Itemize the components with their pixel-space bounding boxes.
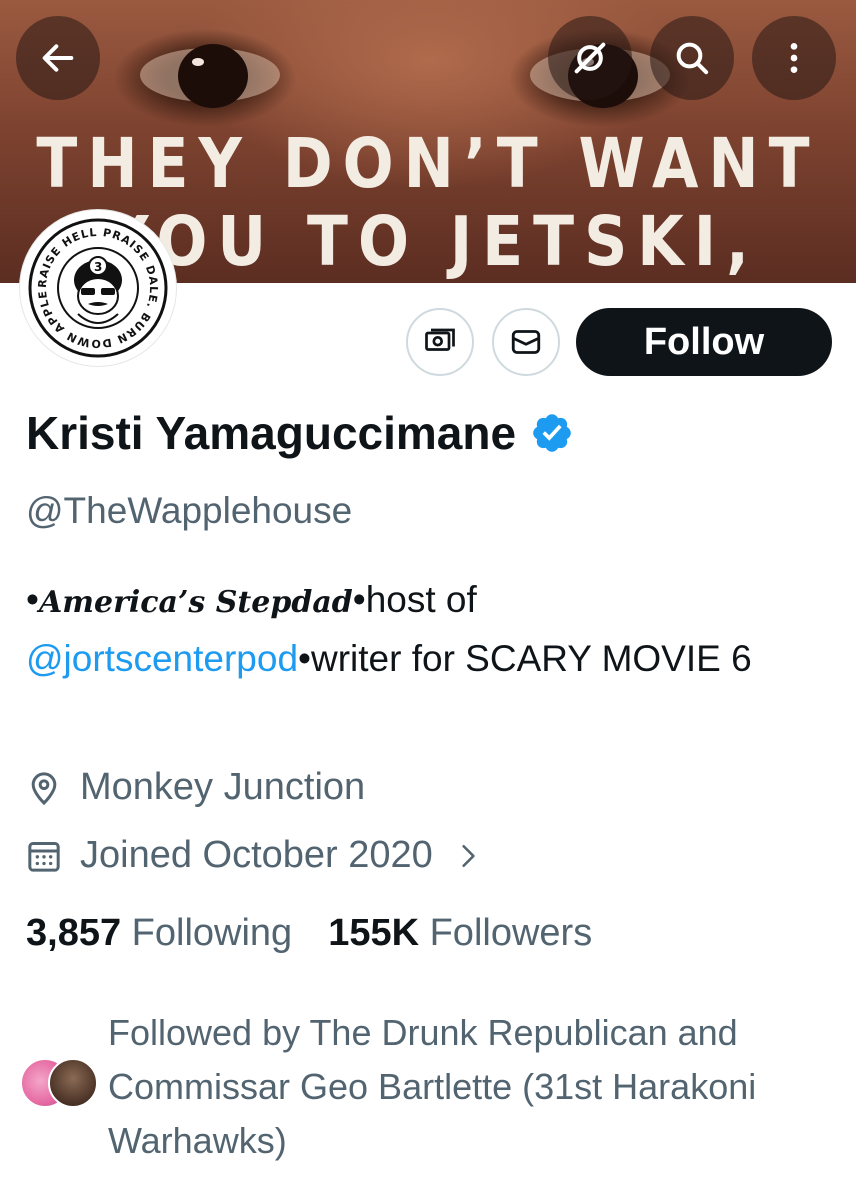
bio-mention-link[interactable]: @jortscenterpod <box>26 638 298 679</box>
joined-row[interactable]: Joined October 2020 <box>24 834 497 877</box>
bio-script-text: America’s Stepdad <box>38 585 353 620</box>
more-vertical-icon <box>790 43 798 73</box>
user-handle: @TheWapplehouse <box>26 490 353 531</box>
location-text: Monkey Junction <box>80 766 366 808</box>
display-name: Kristi Yamaguccimane <box>26 407 517 459</box>
verified-badge-icon[interactable] <box>530 411 574 455</box>
followers-link[interactable]: 155K Followers <box>328 912 592 955</box>
joined-text: Joined October 2020 <box>80 834 433 876</box>
following-label: Following <box>131 912 293 954</box>
money-icon <box>425 328 455 351</box>
envelope-icon <box>511 330 541 354</box>
banner-text-line1: THEY DON’T WANT <box>36 123 820 205</box>
grok-button[interactable] <box>548 16 632 100</box>
grok-icon <box>574 42 606 74</box>
search-icon <box>676 42 709 75</box>
more-options-button[interactable] <box>752 16 836 100</box>
followed-by-text: Followed by The Drunk Republican and Com… <box>108 1012 757 1161</box>
bio: •America’s Stepdad•host of @jortscenterp… <box>26 572 836 687</box>
location-pin-icon <box>31 771 57 805</box>
following-link[interactable]: 3,857 Following <box>26 912 292 955</box>
bio-prefix: • <box>26 579 39 620</box>
follow-stats: 3,857 Following 155K Followers <box>26 912 592 955</box>
display-name-row: Kristi Yamaguccimane <box>26 406 574 460</box>
subscribe-button[interactable] <box>406 308 474 376</box>
followed-by-avatars <box>20 1058 100 1108</box>
search-button[interactable] <box>650 16 734 100</box>
banner-eye-left <box>140 36 280 116</box>
following-count: 3,857 <box>26 912 122 954</box>
location-row: Monkey Junction <box>24 766 365 809</box>
message-button[interactable] <box>492 308 560 376</box>
follow-button[interactable]: Follow <box>576 308 832 376</box>
calendar-icon <box>28 841 60 872</box>
followers-count: 155K <box>328 912 420 954</box>
chevron-right-icon <box>462 844 475 867</box>
profile-avatar[interactable]: RAISE HELL PRAISE DALE. BURN DOWN APPLEB… <box>19 204 176 366</box>
bio-middle: •host of <box>352 579 477 620</box>
arrow-left-icon <box>42 44 74 72</box>
avatar-logo: RAISE HELL PRAISE DALE. BURN DOWN APPLEB… <box>19 204 168 358</box>
follower-avatar <box>48 1058 98 1108</box>
bio-suffix: •writer for SCARY MOVIE 6 <box>298 638 752 679</box>
followers-label: Followers <box>429 912 593 954</box>
svg-text:3: 3 <box>94 260 102 274</box>
back-button[interactable] <box>16 16 100 100</box>
